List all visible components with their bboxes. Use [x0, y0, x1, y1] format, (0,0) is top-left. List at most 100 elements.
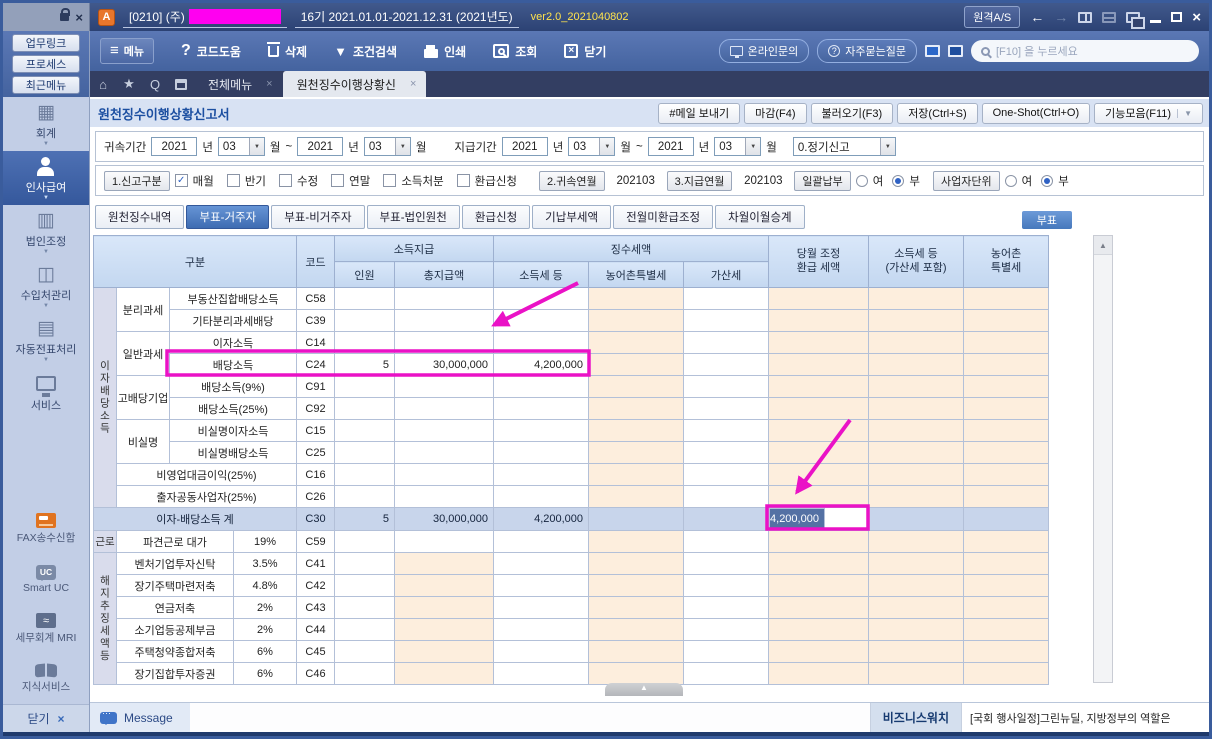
- tab-withholding-report[interactable]: 원천징수이행상황신 ×: [282, 71, 427, 97]
- value-cell[interactable]: [588, 309, 685, 332]
- value-cell[interactable]: [334, 331, 395, 354]
- value-cell[interactable]: [493, 485, 590, 508]
- value-cell[interactable]: [588, 463, 685, 486]
- sidebar-item-accounting[interactable]: ▦ 회계 ▼: [3, 97, 89, 151]
- value-cell[interactable]: [493, 574, 590, 597]
- value-cell[interactable]: [963, 441, 1050, 464]
- value-cell[interactable]: [868, 596, 965, 619]
- value-cell[interactable]: [963, 463, 1050, 486]
- value-cell[interactable]: [393, 485, 495, 508]
- value-cell[interactable]: [768, 662, 870, 685]
- close-f4-button[interactable]: 마감(F4): [744, 102, 807, 124]
- value-cell[interactable]: [683, 287, 770, 310]
- value-cell[interactable]: [393, 287, 495, 310]
- attr-to-month-select[interactable]: 03 ▼: [363, 137, 411, 156]
- calendar-icon[interactable]: [168, 71, 194, 97]
- sidebar-item-auto-voucher[interactable]: ▤ 자동전표처리 ▼: [3, 313, 89, 367]
- value-cell[interactable]: [588, 419, 685, 442]
- home-icon[interactable]: ⌂: [90, 71, 116, 97]
- print-button[interactable]: 인쇄: [424, 43, 466, 60]
- value-cell[interactable]: [868, 574, 965, 597]
- tab-subtable-nonresident[interactable]: 부표-비거주자: [271, 205, 365, 229]
- company-field[interactable]: [0210] (주): [123, 7, 287, 28]
- value-cell[interactable]: [393, 309, 495, 332]
- value-cell[interactable]: [493, 552, 590, 575]
- radio-bizunit-no[interactable]: [1041, 174, 1054, 187]
- attr-from-year-input[interactable]: 2021: [151, 137, 198, 156]
- sidebar-tool-tax-mri[interactable]: ≈ 세무회계 MRI: [3, 604, 89, 654]
- value-cell[interactable]: [393, 530, 495, 553]
- tab-refund-request[interactable]: 환급신청: [461, 205, 531, 229]
- collapse-grid-button[interactable]: ▲: [605, 683, 683, 696]
- value-cell[interactable]: [963, 485, 1050, 508]
- value-cell[interactable]: [963, 574, 1050, 597]
- value-cell[interactable]: [868, 309, 965, 332]
- value-cell[interactable]: [683, 507, 770, 531]
- tab-subtable-resident[interactable]: 부표-거주자: [186, 205, 270, 229]
- value-cell[interactable]: [334, 596, 395, 619]
- sidebar-tool-smart-uc[interactable]: UC Smart UC: [3, 554, 89, 604]
- value-cell[interactable]: [963, 397, 1050, 420]
- value-cell[interactable]: [393, 662, 495, 685]
- subtable-button[interactable]: 부표: [1021, 211, 1072, 229]
- sidebar-button-recent-menu[interactable]: 최근메뉴: [12, 76, 80, 94]
- value-cell[interactable]: [963, 618, 1050, 641]
- value-cell[interactable]: 5: [334, 353, 395, 376]
- tab-close-icon[interactable]: ×: [266, 78, 272, 90]
- value-cell[interactable]: [683, 309, 770, 332]
- function-group-button[interactable]: 기능모음(F11) ▼: [1094, 102, 1203, 124]
- attr-to-year-input[interactable]: 2021: [297, 137, 344, 156]
- value-cell[interactable]: [868, 640, 965, 663]
- tab-prev-month-refund-adjust[interactable]: 전월미환급조정: [613, 205, 714, 229]
- value-cell[interactable]: [868, 662, 965, 685]
- value-cell[interactable]: [683, 662, 770, 685]
- value-cell[interactable]: [868, 419, 965, 442]
- value-cell[interactable]: [683, 463, 770, 486]
- value-cell[interactable]: [768, 397, 870, 420]
- checkbox-refund-request[interactable]: [456, 174, 470, 187]
- value-cell[interactable]: [334, 463, 395, 486]
- value-cell[interactable]: [868, 463, 965, 486]
- value-cell[interactable]: [334, 574, 395, 597]
- value-cell[interactable]: [588, 397, 685, 420]
- pay-from-month-select[interactable]: 03 ▼: [568, 137, 616, 156]
- value-cell[interactable]: [768, 331, 870, 354]
- value-cell[interactable]: [588, 353, 685, 376]
- layout-thumb2-icon[interactable]: [948, 45, 963, 57]
- radio-lump-no[interactable]: [892, 174, 905, 187]
- value-cell[interactable]: [334, 662, 395, 685]
- value-cell[interactable]: [768, 574, 870, 597]
- value-cell[interactable]: [493, 287, 590, 310]
- close-window-button[interactable]: ×: [1192, 10, 1201, 25]
- favorites-star-icon[interactable]: ★: [116, 71, 142, 97]
- grid-view-icon[interactable]: [1102, 11, 1117, 23]
- value-cell[interactable]: [768, 287, 870, 310]
- message-button[interactable]: Message: [90, 703, 190, 732]
- maximize-button[interactable]: [1171, 12, 1183, 22]
- quick-search-input[interactable]: [F10] 을 누르세요: [971, 40, 1199, 62]
- sidebar-button-process[interactable]: 프로세스: [12, 55, 80, 73]
- value-cell[interactable]: [334, 375, 395, 398]
- value-cell[interactable]: [493, 618, 590, 641]
- report-kind-select[interactable]: 0.정기신고 ▼: [792, 137, 896, 156]
- value-cell[interactable]: [683, 640, 770, 663]
- value-cell[interactable]: [334, 441, 395, 464]
- value-cell[interactable]: [393, 419, 495, 442]
- value-cell[interactable]: [768, 441, 870, 464]
- value-cell[interactable]: [868, 397, 965, 420]
- value-cell[interactable]: [393, 640, 495, 663]
- sidebar-close-bar[interactable]: 닫기 ×: [3, 704, 89, 732]
- value-cell[interactable]: [768, 552, 870, 575]
- value-cell[interactable]: [393, 397, 495, 420]
- sidebar-tool-fax[interactable]: FAX송수신함: [3, 504, 89, 554]
- value-cell[interactable]: [334, 397, 395, 420]
- value-cell[interactable]: [963, 552, 1050, 575]
- pay-to-year-input[interactable]: 2021: [647, 137, 694, 156]
- value-cell[interactable]: [393, 331, 495, 354]
- value-cell[interactable]: [334, 552, 395, 575]
- quick-icon[interactable]: Q: [142, 71, 168, 97]
- value-cell[interactable]: [868, 353, 965, 376]
- value-cell[interactable]: [588, 331, 685, 354]
- radio-lump-yes[interactable]: [855, 174, 868, 187]
- value-cell[interactable]: [493, 463, 590, 486]
